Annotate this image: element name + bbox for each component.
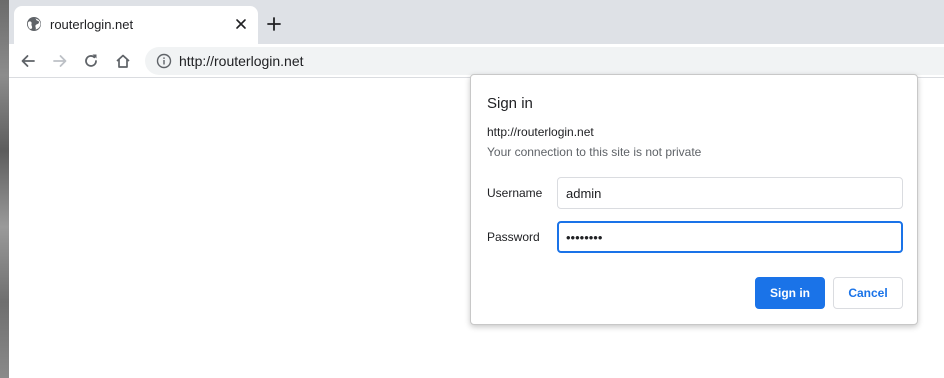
arrow-right-icon[interactable] bbox=[48, 49, 72, 73]
address-bar[interactable]: http://routerlogin.net bbox=[145, 47, 944, 75]
arrow-left-icon[interactable] bbox=[16, 49, 40, 73]
sign-in-dialog: Sign in http://routerlogin.net Your conn… bbox=[470, 74, 918, 325]
cancel-button[interactable]: Cancel bbox=[833, 277, 903, 309]
desktop-background-strip bbox=[0, 0, 9, 378]
dialog-title: Sign in bbox=[487, 95, 533, 112]
url-text: http://routerlogin.net bbox=[179, 53, 304, 69]
browser-window: routerlogin.net http://routerlogin.net S… bbox=[9, 0, 944, 378]
dialog-warning: Your connection to this site is not priv… bbox=[487, 145, 702, 159]
home-icon[interactable] bbox=[111, 49, 135, 73]
toolbar: http://routerlogin.net bbox=[9, 44, 944, 78]
sign-in-button[interactable]: Sign in bbox=[755, 277, 825, 309]
plus-icon[interactable] bbox=[265, 15, 283, 33]
password-field[interactable] bbox=[557, 221, 903, 253]
username-label: Username bbox=[487, 186, 543, 200]
reload-icon[interactable] bbox=[79, 49, 103, 73]
tab-routerlogin[interactable]: routerlogin.net bbox=[14, 6, 258, 44]
username-field[interactable] bbox=[557, 177, 903, 209]
info-icon[interactable] bbox=[156, 53, 172, 69]
tab-strip: routerlogin.net bbox=[9, 0, 944, 44]
tab-title: routerlogin.net bbox=[50, 17, 134, 32]
globe-icon bbox=[26, 16, 42, 32]
dialog-origin: http://routerlogin.net bbox=[487, 125, 594, 139]
close-icon[interactable] bbox=[232, 15, 250, 33]
password-label: Password bbox=[487, 230, 540, 244]
